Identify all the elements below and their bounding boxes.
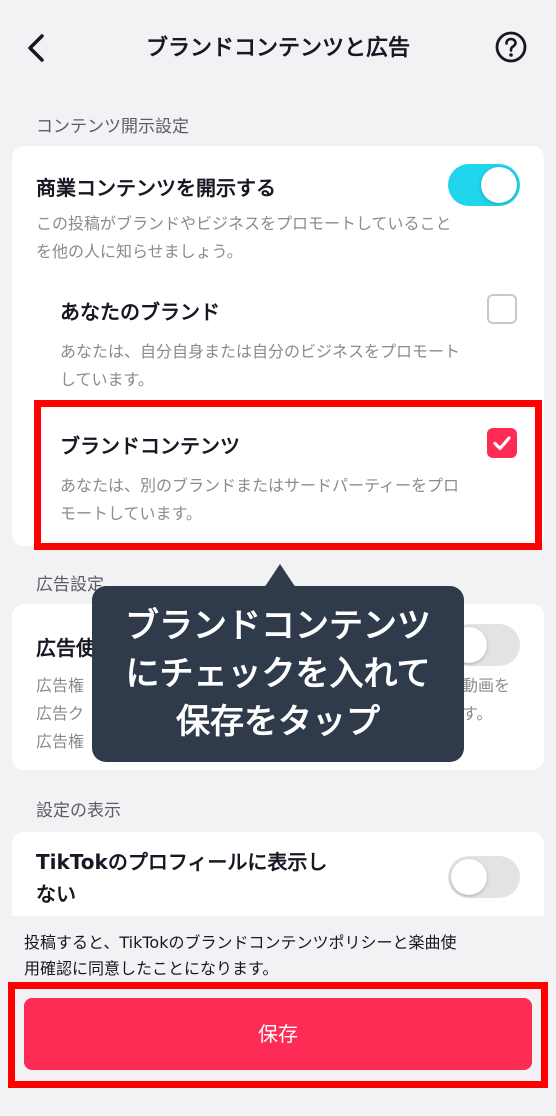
instruction-tooltip: ブランドコンテンツ にチェックを入れて 保存をタップ xyxy=(92,586,464,762)
header-bar: ブランドコンテンツと広告 xyxy=(0,0,556,94)
desc-line: 動画を xyxy=(462,676,511,695)
save-button[interactable]: 保存 xyxy=(24,998,532,1070)
desc-line: 広告権 xyxy=(36,676,85,695)
desc-line: 広告ク xyxy=(36,704,85,723)
disclose-commercial-toggle[interactable] xyxy=(448,164,520,206)
hide-from-profile-toggle[interactable] xyxy=(448,856,520,898)
your-brand-title: あなたのブランド xyxy=(60,300,220,324)
desc-line: しています。 xyxy=(60,370,154,389)
checkmark-icon xyxy=(493,436,511,451)
section-label-display: 設定の表示 xyxy=(36,801,121,821)
page-title: ブランドコンテンツと広告 xyxy=(145,36,410,61)
toggle-knob xyxy=(451,859,487,895)
tooltip-line-3: 保存をタップ xyxy=(176,702,380,742)
toggle-knob xyxy=(481,167,517,203)
notice-line: 投稿すると、TikTokのブランドコンテンツポリシーと楽曲使 xyxy=(24,933,457,952)
help-button[interactable] xyxy=(494,30,528,64)
notice-line: 用確認に同意したことになります。 xyxy=(24,959,279,978)
title-line: ない xyxy=(36,882,76,906)
desc-line: この投稿がブランドやビジネスをプロモートしていること xyxy=(36,214,452,233)
section-label-disclosure: コンテンツ開示設定 xyxy=(36,117,189,137)
ad-settings-desc-right: 動画を す。 xyxy=(462,672,510,728)
branded-content-checkbox[interactable] xyxy=(487,428,517,458)
title-line: TikTokのプロフィールに表示し xyxy=(36,850,328,874)
desc-line: す。 xyxy=(462,704,493,723)
disclosure-card: 商業コンテンツを開示する この投稿がブランドやビジネスをプロモートしていること … xyxy=(12,146,544,546)
disclose-commercial-desc: この投稿がブランドやビジネスをプロモートしていること を他の人に知らせましょう。 xyxy=(36,210,452,266)
your-brand-checkbox[interactable] xyxy=(487,294,517,324)
tooltip-arrow xyxy=(264,564,296,588)
branded-content-title: ブランドコンテンツ xyxy=(60,434,240,458)
tooltip-line-2: にチェックを入れて xyxy=(125,654,431,694)
desc-line: を他の人に知らせましょう。 xyxy=(36,242,243,261)
desc-line: あなたは、自分自身または自分のビジネスをプロモート xyxy=(60,342,461,361)
desc-line: モートしています。 xyxy=(60,504,202,523)
desc-line: あなたは、別のブランドまたはサードパーティーをプロ xyxy=(60,476,460,495)
hide-from-profile-title: TikTokのプロフィールに表示し ない xyxy=(36,846,327,910)
ad-settings-title: 広告使 xyxy=(36,636,96,660)
display-card: TikTokのプロフィールに表示し ない xyxy=(12,832,544,916)
question-circle-icon xyxy=(495,31,527,63)
branded-content-desc: あなたは、別のブランドまたはサードパーティーをプロ モートしています。 xyxy=(60,472,459,528)
ad-settings-desc-extra: 広告権 xyxy=(36,732,85,751)
policy-notice: 投稿すると、TikTokのブランドコンテンツポリシーと楽曲使 用確認に同意したこ… xyxy=(24,930,534,982)
disclose-commercial-title: 商業コンテンツを開示する xyxy=(36,176,276,200)
your-brand-desc: あなたは、自分自身または自分のビジネスをプロモート しています。 xyxy=(60,338,460,394)
ad-settings-desc-left: 広告権 広告ク xyxy=(36,672,84,728)
tooltip-line-1: ブランドコンテンツ xyxy=(125,606,431,646)
